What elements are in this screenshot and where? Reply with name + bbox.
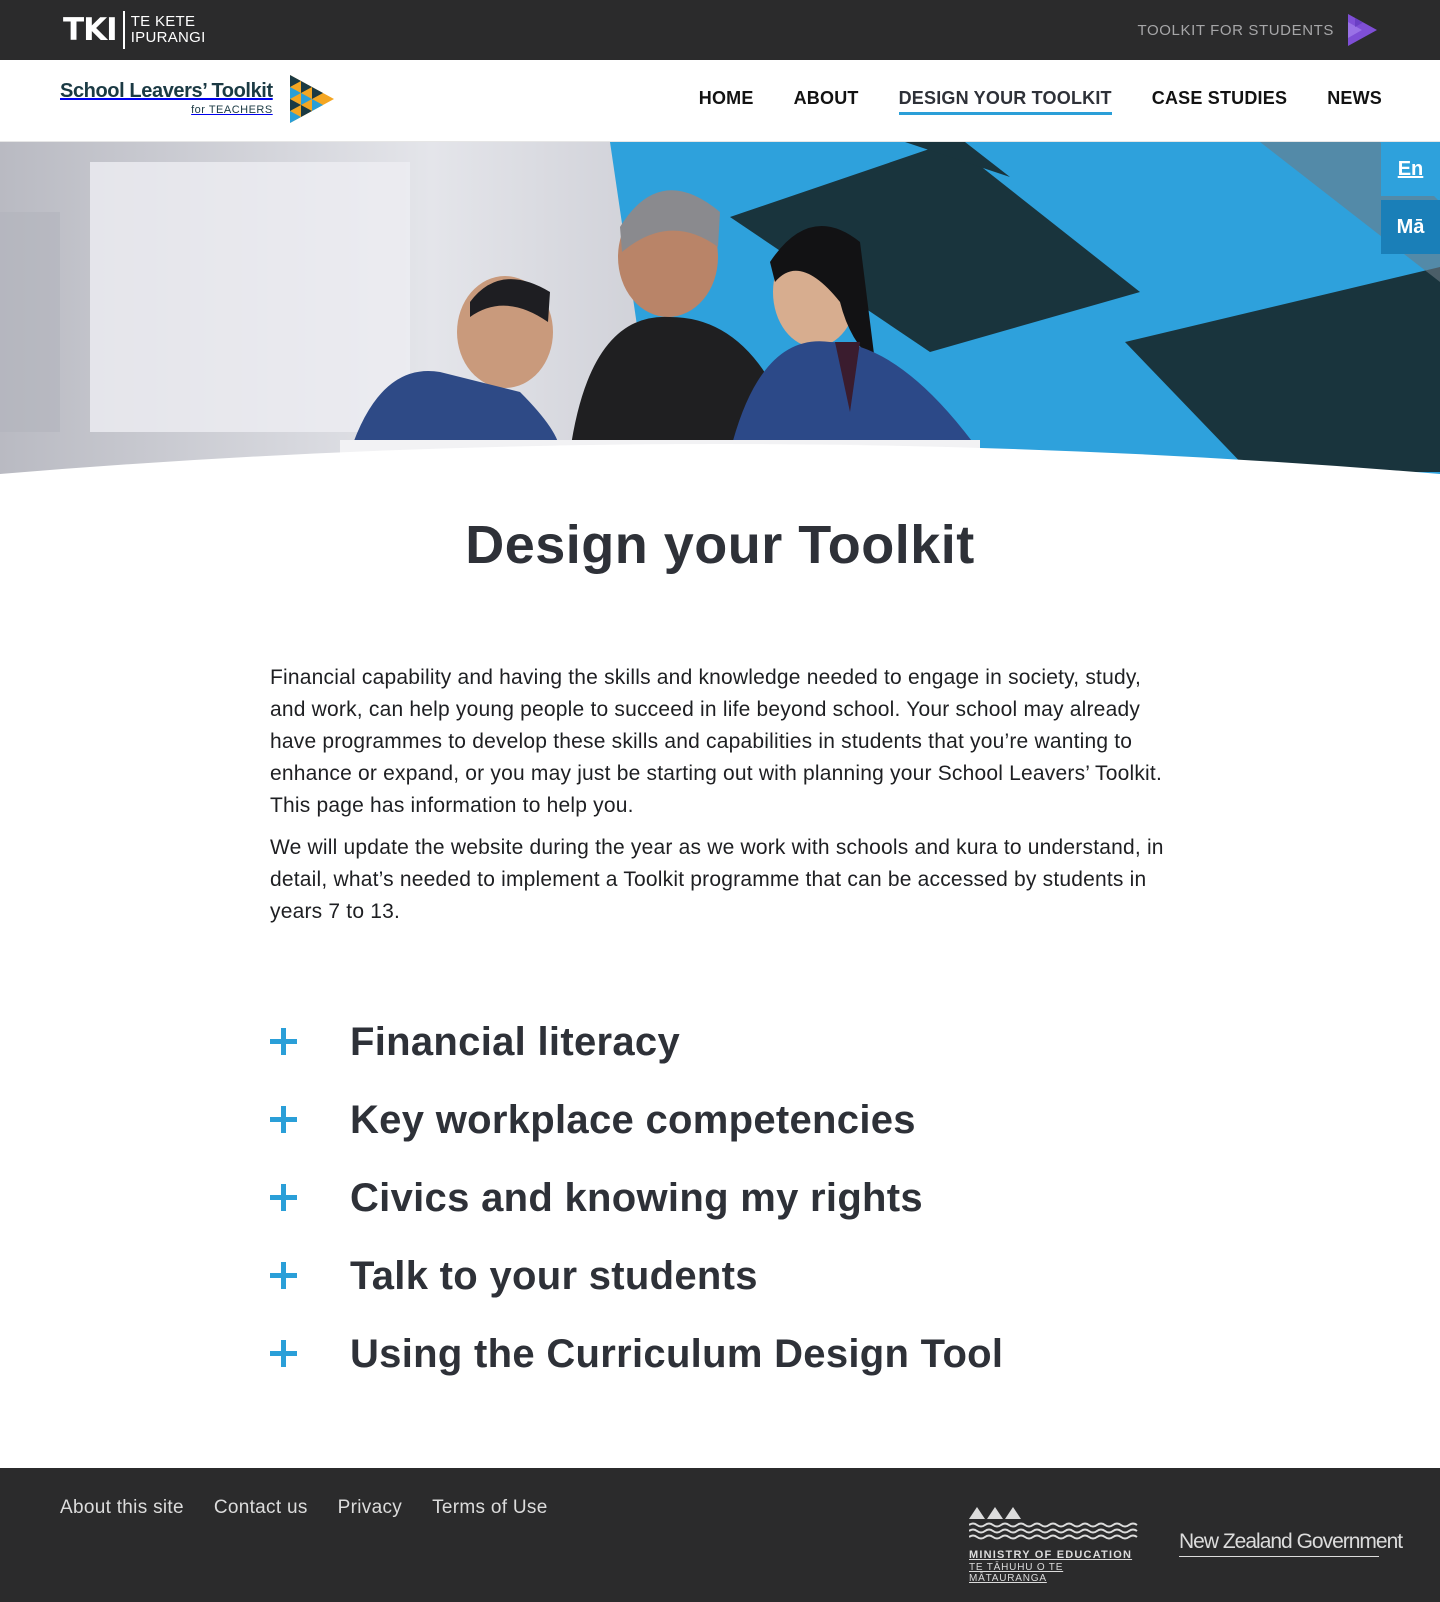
tki-logo[interactable]: TKI TE KETE IPURANGI [63, 10, 206, 50]
plus-icon [270, 1022, 350, 1062]
tki-logo-divider [122, 11, 125, 49]
accordion-label: Civics and knowing my rights [350, 1175, 923, 1220]
tki-logo-text: TE KETE IPURANGI [131, 14, 206, 46]
footer-links: About this site Contact us Privacy Terms… [60, 1497, 548, 1519]
plus-icon [270, 1178, 350, 1218]
intro-paragraph-2: We will update the website during the ye… [270, 836, 1164, 923]
footer-link-terms-of-use[interactable]: Terms of Use [432, 1497, 548, 1519]
accordion-item-talk-to-students[interactable]: Talk to your students [270, 1237, 1170, 1315]
accordion-label: Talk to your students [350, 1253, 758, 1298]
site-logo-subtitle: for TEACHERS [191, 104, 273, 116]
site-header: School Leavers’ Toolkit for TEACHERS HOM… [0, 60, 1440, 142]
toolkit-triangle-icon [289, 75, 334, 123]
nav-home[interactable]: HOME [699, 88, 754, 115]
accordion-item-financial-literacy[interactable]: Financial literacy [270, 1003, 1170, 1081]
intro-text: Financial capability and having the skil… [270, 662, 1170, 938]
nav-design-your-toolkit[interactable]: DESIGN YOUR TOOLKIT [898, 88, 1112, 115]
plus-icon [270, 1100, 350, 1140]
accordion-item-curriculum-design-tool[interactable]: Using the Curriculum Design Tool [270, 1315, 1170, 1393]
accordion-label: Key workplace competencies [350, 1097, 916, 1142]
nz-government-underline [1179, 1556, 1379, 1557]
ministry-waves-icon [968, 1507, 1138, 1540]
page-title: Design your Toolkit [465, 515, 975, 575]
nav-news[interactable]: NEWS [1327, 88, 1382, 115]
ministry-of-education-logo[interactable]: MINISTRY OF EDUCATION TE TĀHUHU O TE MĀT… [968, 1506, 1141, 1584]
language-maori-button[interactable]: Mā [1381, 200, 1440, 254]
hero-image [0, 142, 1440, 482]
site-footer: About this site Contact us Privacy Terms… [0, 1468, 1440, 1602]
toolkit-for-students-link[interactable]: TOOLKIT FOR STUDENTS [1138, 12, 1378, 48]
accordion-label: Using the Curriculum Design Tool [350, 1331, 1004, 1376]
nz-government-logo[interactable]: New Zealand Government [1179, 1530, 1403, 1554]
hero-banner [0, 142, 1440, 482]
nav-case-studies[interactable]: CASE STUDIES [1152, 88, 1287, 115]
ministry-maori-name: TE TĀHUHU O TE MĀTAURANGA [969, 1562, 1064, 1584]
footer-link-contact-us[interactable]: Contact us [214, 1497, 308, 1519]
main-nav: HOME ABOUT DESIGN YOUR TOOLKIT CASE STUD… [699, 88, 1382, 115]
site-logo-title: School Leavers’ Toolkit [60, 80, 273, 102]
footer-link-about-this-site[interactable]: About this site [60, 1497, 184, 1519]
site-logo[interactable]: School Leavers’ Toolkit for TEACHERS [60, 74, 335, 124]
language-switcher: En Mā [1381, 142, 1440, 254]
toolkit-accordion: Financial literacy Key workplace compete… [270, 1003, 1170, 1393]
nav-about[interactable]: ABOUT [794, 88, 859, 115]
tki-line-2: IPURANGI [130, 29, 206, 46]
top-bar: TKI TE KETE IPURANGI TOOLKIT FOR STUDENT… [0, 0, 1440, 60]
footer-link-privacy[interactable]: Privacy [338, 1497, 402, 1519]
accordion-item-key-workplace-competencies[interactable]: Key workplace competencies [270, 1081, 1170, 1159]
toolkit-for-students-label: TOOLKIT FOR STUDENTS [1137, 21, 1334, 39]
plus-icon [270, 1256, 350, 1296]
accordion-item-civics-and-rights[interactable]: Civics and knowing my rights [270, 1159, 1170, 1237]
plus-icon [270, 1334, 350, 1374]
tki-mark: TKI [63, 12, 118, 48]
site-logo-text: School Leavers’ Toolkit for TEACHERS [60, 80, 273, 118]
accordion-label: Financial literacy [350, 1019, 680, 1064]
language-english-button[interactable]: En [1381, 142, 1440, 196]
tki-line-1: TE KETE [130, 13, 196, 30]
intro-paragraph-1: Financial capability and having the skil… [270, 666, 1162, 817]
ministry-name: MINISTRY OF EDUCATION [969, 1549, 1133, 1561]
play-arrow-icon [1348, 14, 1377, 46]
